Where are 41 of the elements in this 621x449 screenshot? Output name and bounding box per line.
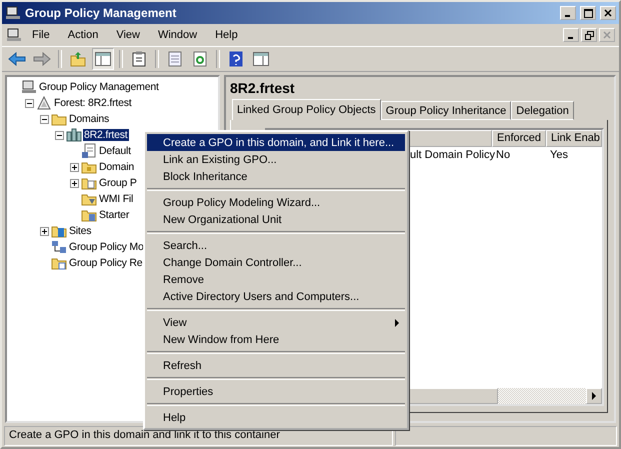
- menu-item[interactable]: Action: [60, 27, 106, 43]
- tree-item[interactable]: Domain: [98, 161, 135, 173]
- table-cell: ult Domain Policy: [410, 149, 495, 161]
- context-menu-item[interactable]: Group Policy Modeling Wizard...: [147, 194, 405, 211]
- tree-item[interactable]: Sites: [68, 225, 92, 237]
- context-menu-item[interactable]: Properties: [147, 383, 405, 400]
- context-menu-item[interactable]: Search...: [147, 237, 405, 254]
- column-header[interactable]: Enforced: [492, 130, 546, 147]
- context-menu-item[interactable]: Refresh: [147, 357, 405, 374]
- context-menu-item[interactable]: Remove: [147, 271, 405, 288]
- tree-item[interactable]: Group Policy Mo: [68, 241, 145, 253]
- context-menu-item[interactable]: Block Inheritance: [147, 168, 405, 185]
- menu-item[interactable]: File: [24, 27, 58, 43]
- context-menu-item[interactable]: Help: [147, 409, 405, 426]
- context-menu-item[interactable]: View: [147, 314, 405, 331]
- tab[interactable]: Delegation: [511, 101, 574, 120]
- tree-item[interactable]: Starter: [98, 209, 130, 221]
- menu-item[interactable]: Window: [150, 27, 206, 43]
- column-header[interactable]: Link Enab: [546, 130, 602, 147]
- context-menu-item[interactable]: Link an Existing GPO...: [147, 151, 405, 168]
- tab[interactable]: Linked Group Policy Objects: [232, 99, 381, 120]
- tree-item[interactable]: Group Policy Re: [68, 257, 144, 269]
- tab[interactable]: Group Policy Inheritance: [380, 101, 512, 120]
- context-menu-item[interactable]: New Organizational Unit: [147, 211, 405, 228]
- table-cell: No: [496, 149, 510, 161]
- tree-item[interactable]: Group Policy Management: [38, 81, 160, 93]
- tree-item[interactable]: 8R2.frtest: [83, 129, 129, 141]
- menu-item[interactable]: View: [108, 27, 148, 43]
- pane-heading: 8R2.frtest: [230, 80, 296, 98]
- tree-item[interactable]: Group P: [98, 177, 138, 189]
- context-menu-item[interactable]: Active Directory Users and Computers...: [147, 288, 405, 305]
- tree-item[interactable]: Default: [98, 145, 132, 157]
- tree-item[interactable]: Domains: [68, 113, 110, 125]
- table-cell: Yes: [550, 149, 568, 161]
- tree-item[interactable]: Forest: 8R2.frtest: [53, 97, 133, 109]
- window-title: Group Policy Management: [25, 6, 178, 20]
- context-menu-item[interactable]: Create a GPO in this domain, and Link it here...: [147, 134, 405, 151]
- context-menu-item[interactable]: New Window from Here: [147, 331, 405, 348]
- tree-item[interactable]: WMI Fil: [98, 193, 134, 205]
- menu-item[interactable]: Help: [207, 27, 246, 43]
- context-menu-item[interactable]: Change Domain Controller...: [147, 254, 405, 271]
